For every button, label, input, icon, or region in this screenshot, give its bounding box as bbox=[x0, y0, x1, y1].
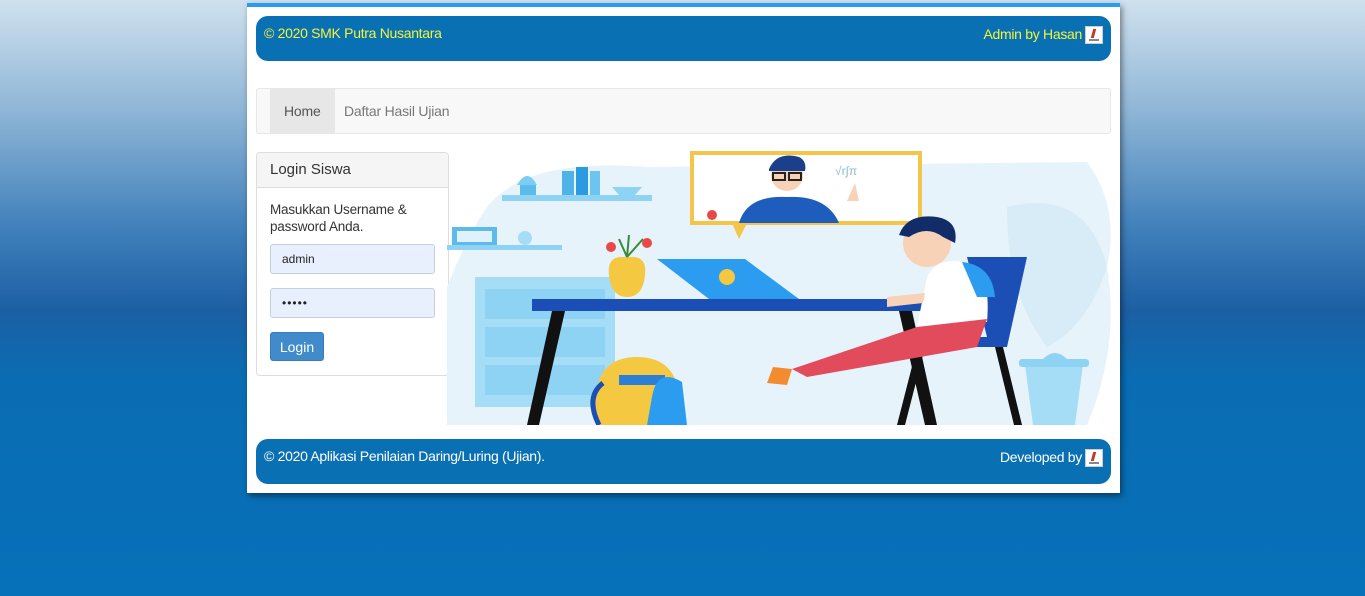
footer-copyright: © 2020 Aplikasi Penilaian Daring/Luring … bbox=[264, 448, 545, 464]
nav-daftar-hasil-ujian[interactable]: Daftar Hasil Ujian bbox=[330, 89, 463, 133]
student-online-learning-illustration: √r∫π bbox=[447, 151, 1111, 425]
author-logo-icon bbox=[1085, 26, 1103, 44]
navbar: Home Daftar Hasil Ujian bbox=[256, 88, 1111, 134]
header-bar: © 2020 SMK Putra Nusantara Admin by Hasa… bbox=[256, 16, 1111, 61]
developer-logo-icon bbox=[1085, 449, 1103, 467]
login-panel-title: Login Siswa bbox=[257, 153, 448, 188]
nav-home[interactable]: Home bbox=[270, 89, 335, 133]
login-panel: Login Siswa Masukkan Username & password… bbox=[256, 152, 449, 376]
login-instruction: Masukkan Username & password Anda. bbox=[270, 202, 407, 234]
header-admin: Admin by Hasan bbox=[983, 25, 1103, 44]
footer-developer: Developed by bbox=[999, 448, 1103, 467]
footer-developer-label: Developed by bbox=[999, 449, 1082, 465]
page-container: © 2020 SMK Putra Nusantara Admin by Hasa… bbox=[247, 3, 1120, 493]
header-copyright: © 2020 SMK Putra Nusantara bbox=[264, 25, 442, 41]
login-button[interactable]: Login bbox=[270, 332, 324, 361]
header-admin-label: Admin by Hasan bbox=[983, 26, 1082, 42]
footer-bar: © 2020 Aplikasi Penilaian Daring/Luring … bbox=[256, 439, 1111, 484]
password-input[interactable] bbox=[270, 288, 435, 318]
username-input[interactable] bbox=[270, 244, 435, 274]
svg-text:√r∫π: √r∫π bbox=[835, 164, 857, 178]
